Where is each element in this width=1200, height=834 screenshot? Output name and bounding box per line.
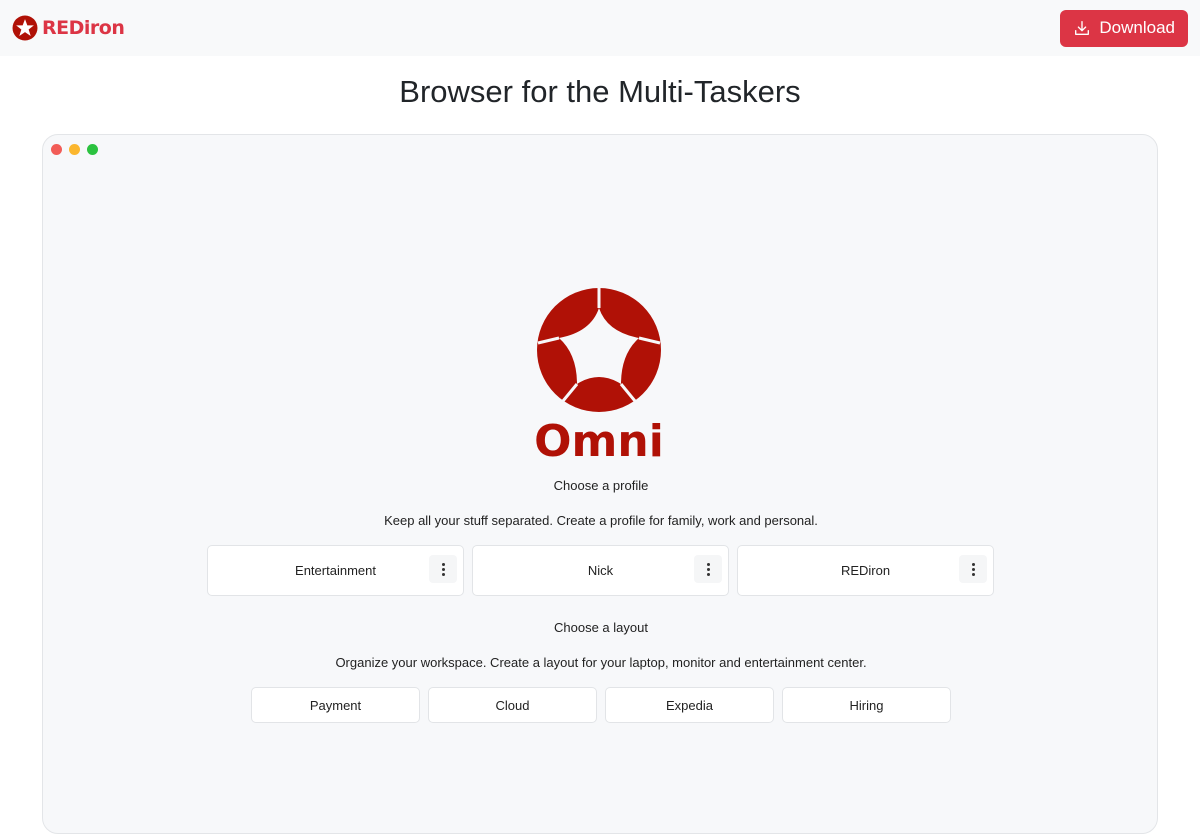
more-options-icon[interactable] [959, 555, 987, 583]
window-controls [51, 144, 98, 155]
page-title: Browser for the Multi-Taskers [399, 74, 801, 109]
more-options-icon[interactable] [429, 555, 457, 583]
profile-card[interactable]: REDiron [737, 545, 994, 596]
layout-button[interactable]: Payment [251, 687, 420, 723]
download-button[interactable]: Download [1060, 9, 1188, 47]
brand-link[interactable]: REDiron [12, 15, 125, 41]
close-dot-icon [51, 144, 62, 155]
omni-logo: Omni [534, 288, 664, 460]
profile-section-description: Keep all your stuff separated. Create a … [384, 513, 818, 528]
layout-section-title: Choose a layout [554, 620, 648, 635]
omni-logo-text: Omni [534, 416, 664, 460]
rediron-logo-icon [12, 15, 38, 41]
omni-star-icon [537, 288, 661, 412]
profile-name: Nick [587, 563, 614, 578]
download-icon [1075, 21, 1090, 35]
download-label: Download [1099, 18, 1175, 37]
profile-name: REDiron [840, 563, 891, 578]
profile-card[interactable]: Entertainment [207, 545, 464, 596]
more-options-icon[interactable] [694, 555, 722, 583]
profile-list: Entertainment Nick REDiron [207, 545, 994, 596]
layout-list: Payment Cloud Expedia Hiring [251, 687, 951, 723]
profile-section-title: Choose a profile [553, 478, 649, 493]
layout-button[interactable]: Cloud [428, 687, 597, 723]
layout-button[interactable]: Hiring [782, 687, 951, 723]
layout-section-description: Organize your workspace. Create a layout… [335, 655, 867, 670]
layout-button[interactable]: Expedia [605, 687, 774, 723]
navbar: REDiron Download [0, 0, 1200, 56]
brand-name: REDiron [42, 17, 125, 39]
maximize-dot-icon [87, 144, 98, 155]
minimize-dot-icon [69, 144, 80, 155]
browser-window-mockup: Omni Choose a profile Keep all your stuf… [42, 134, 1158, 834]
profile-card[interactable]: Nick [472, 545, 729, 596]
profile-name: Entertainment [295, 563, 376, 578]
